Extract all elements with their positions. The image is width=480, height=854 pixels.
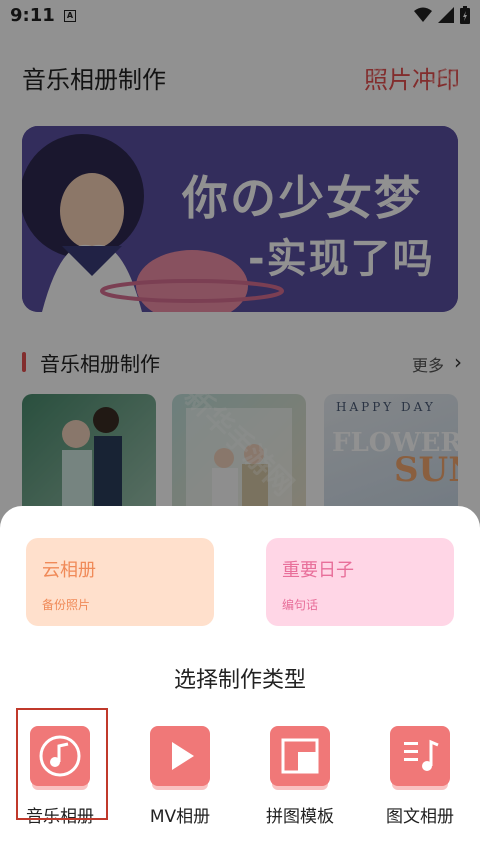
type-label: 图文相册: [386, 807, 454, 827]
choose-type-title: 选择制作类型: [173, 668, 306, 693]
type-label: MV相册: [149, 807, 211, 827]
selection-highlight-box: [16, 708, 108, 820]
puzzle-layout-icon: [281, 738, 319, 774]
important-day-subtitle: 编句话: [282, 598, 319, 612]
play-icon: [172, 742, 194, 770]
type-label: 拼图模板: [266, 807, 334, 827]
cloud-album-card[interactable]: 云相册 备份照片: [26, 538, 214, 626]
important-day-card[interactable]: 重要日子 编句话: [266, 538, 454, 626]
type-text-photo-album[interactable]: 图文相册: [370, 722, 470, 832]
cloud-album-subtitle: 备份照片: [42, 598, 91, 612]
type-puzzle-template[interactable]: 拼图模板: [250, 722, 350, 832]
cloud-album-title: 云相册: [42, 560, 96, 581]
important-day-title: 重要日子: [282, 560, 354, 581]
type-mv-album[interactable]: MV相册: [130, 722, 230, 832]
text-photo-icon: [404, 739, 439, 771]
